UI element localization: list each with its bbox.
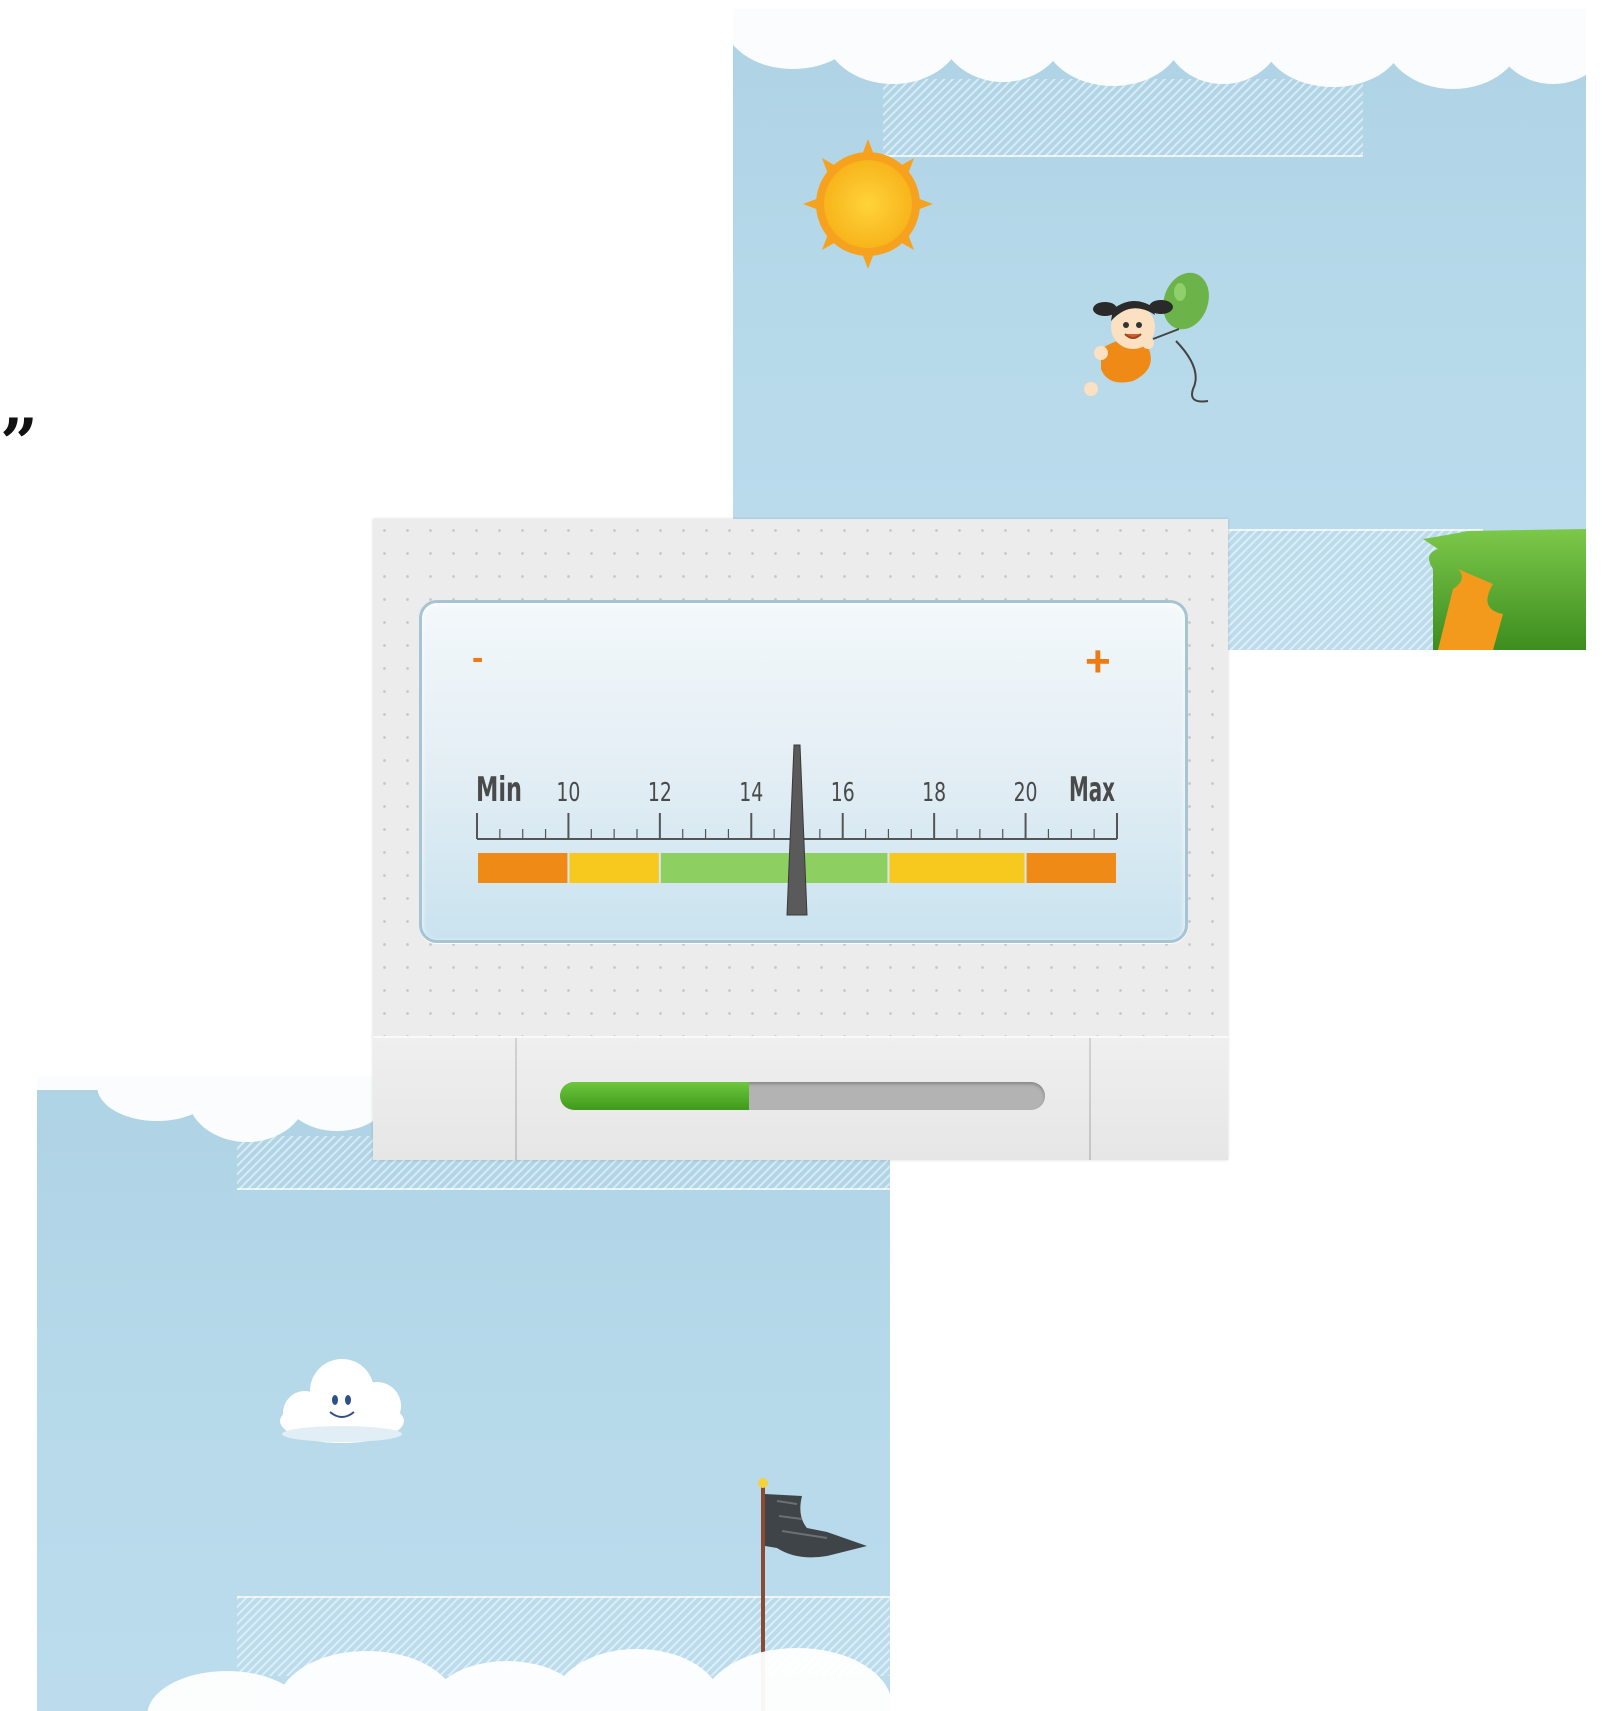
scale-label: 20 xyxy=(1014,778,1038,808)
sky-panel-bottom xyxy=(37,1076,890,1711)
scale-label: 10 xyxy=(556,778,580,808)
scale-label: 16 xyxy=(831,778,855,808)
quote-mark: ” xyxy=(0,404,38,482)
grass-hill-icon xyxy=(1423,529,1586,650)
sun-icon xyxy=(803,139,933,269)
separator xyxy=(515,1038,517,1160)
gauge-needle[interactable] xyxy=(786,744,808,916)
separator xyxy=(1089,1038,1091,1160)
gauge-zone xyxy=(478,853,568,883)
gauge-zone xyxy=(569,853,659,883)
gauge-zone xyxy=(1026,853,1116,883)
progress-fill xyxy=(560,1082,750,1110)
scale-label: Min xyxy=(476,770,522,810)
scale-label: 12 xyxy=(648,778,672,808)
girl-with-balloon-icon xyxy=(1084,272,1209,403)
progress-bar xyxy=(560,1082,1045,1110)
smiling-cloud-icon xyxy=(280,1359,404,1443)
top-clouds xyxy=(733,9,1586,89)
scale-label: 14 xyxy=(739,778,763,808)
gauge-scale: Min 10 12 14 16 18 20 Max xyxy=(476,744,1118,916)
scale-label: Max xyxy=(1069,770,1115,810)
gauge-zone xyxy=(660,853,796,883)
gauge-screen: - + Min 10 12 14 16 18 20 Max xyxy=(419,600,1188,943)
gauge-bottom-bar xyxy=(373,1036,1228,1160)
gauge-panel: - + Min 10 12 14 16 18 20 Max xyxy=(373,519,1228,1160)
gauge-zone xyxy=(889,853,1025,883)
gauge-zone xyxy=(798,853,888,883)
sky-panel-bottom-art xyxy=(37,1076,890,1711)
scale-label: 18 xyxy=(922,778,946,808)
